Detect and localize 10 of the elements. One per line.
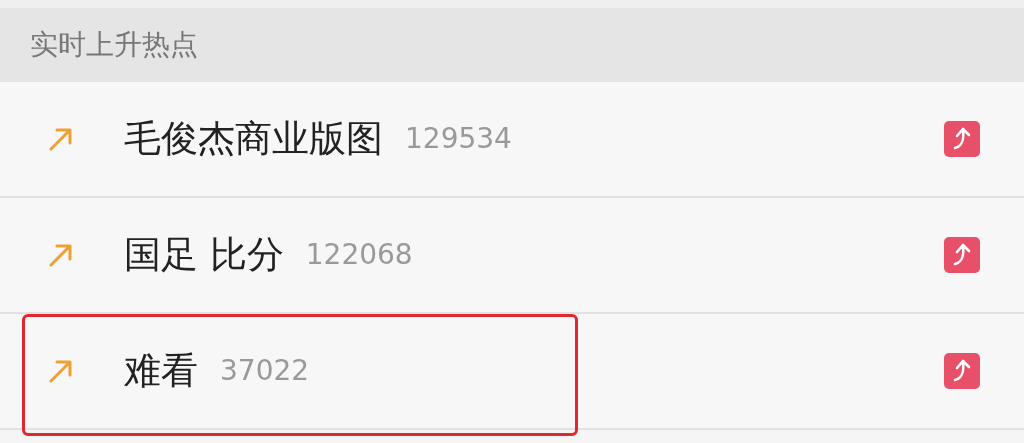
diagonal-arrow-icon bbox=[48, 242, 74, 268]
diagonal-arrow-icon bbox=[48, 126, 74, 152]
section-title: 实时上升热点 bbox=[30, 27, 198, 63]
trend-title: 国足 比分 bbox=[124, 232, 284, 279]
trend-count: 129534 bbox=[405, 121, 512, 157]
trend-count: 122068 bbox=[305, 237, 413, 273]
diagonal-arrow-icon bbox=[48, 358, 74, 384]
trend-count: 37022 bbox=[220, 353, 310, 389]
trend-title: 难看 bbox=[124, 348, 198, 395]
trend-title: 毛俊杰商业版图 bbox=[124, 116, 383, 163]
